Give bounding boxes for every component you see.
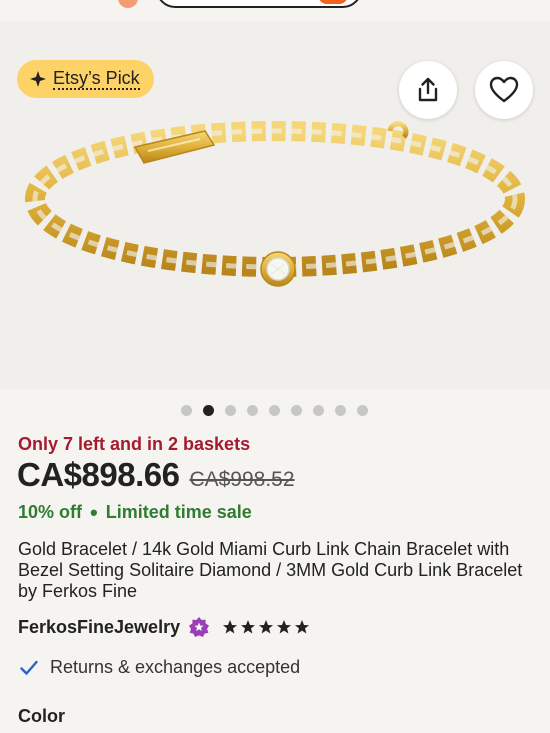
star-icon — [241, 620, 256, 634]
star-seller-icon[interactable] — [188, 616, 210, 638]
shop-name-link[interactable]: FerkosFineJewelry — [18, 617, 180, 638]
pagination-dot[interactable] — [269, 405, 280, 416]
color-option-label: Color — [18, 706, 65, 726]
heart-icon — [489, 76, 519, 103]
favorite-button[interactable] — [475, 61, 533, 119]
pagination-dot[interactable] — [357, 405, 368, 416]
star-icon — [259, 620, 274, 634]
pagination-dot[interactable] — [181, 405, 192, 416]
checkmark-icon — [20, 660, 38, 675]
bullet-separator: • — [90, 499, 98, 525]
sale-price: CA$898.66 — [17, 456, 180, 493]
star-icon — [295, 620, 310, 634]
sale-label: Limited time sale — [105, 502, 252, 522]
etsy-logo[interactable] — [118, 0, 138, 8]
star-icon — [223, 620, 238, 634]
etsys-pick-badge[interactable]: Etsy’s Pick — [17, 60, 154, 98]
star-icon — [277, 620, 292, 634]
rating-stars[interactable] — [222, 619, 310, 635]
shop-row: FerkosFineJewelry — [18, 616, 310, 638]
original-price: CA$998.52 — [189, 468, 295, 491]
pagination-dot[interactable] — [247, 405, 258, 416]
returns-info: Returns & exchanges accepted — [20, 657, 300, 678]
share-button[interactable] — [399, 61, 457, 119]
listing-title: Gold Bracelet / 14k Gold Miami Curb Link… — [18, 539, 523, 601]
top-navigation-bar — [0, 0, 550, 22]
returns-text: Returns & exchanges accepted — [50, 657, 301, 677]
product-image — [25, 121, 525, 287]
sale-info: 10% off • Limited time sale — [18, 499, 252, 525]
pagination-dot[interactable] — [291, 405, 302, 416]
discount-text: 10% off — [18, 502, 83, 522]
pagination-dot[interactable] — [335, 405, 346, 416]
share-icon — [418, 77, 438, 102]
sparkle-icon — [30, 71, 46, 87]
price-row: CA$898.66 CA$998.52 — [17, 456, 295, 494]
pagination-dot[interactable] — [225, 405, 236, 416]
image-gallery[interactable]: Etsy’s Pick — [0, 22, 550, 390]
pagination-dot-active[interactable] — [203, 405, 214, 416]
stock-status: Only 7 left and in 2 baskets — [18, 434, 251, 454]
pagination-dot[interactable] — [313, 405, 324, 416]
badge-label: Etsy’s Pick — [53, 68, 140, 90]
gallery-pagination — [181, 405, 368, 416]
